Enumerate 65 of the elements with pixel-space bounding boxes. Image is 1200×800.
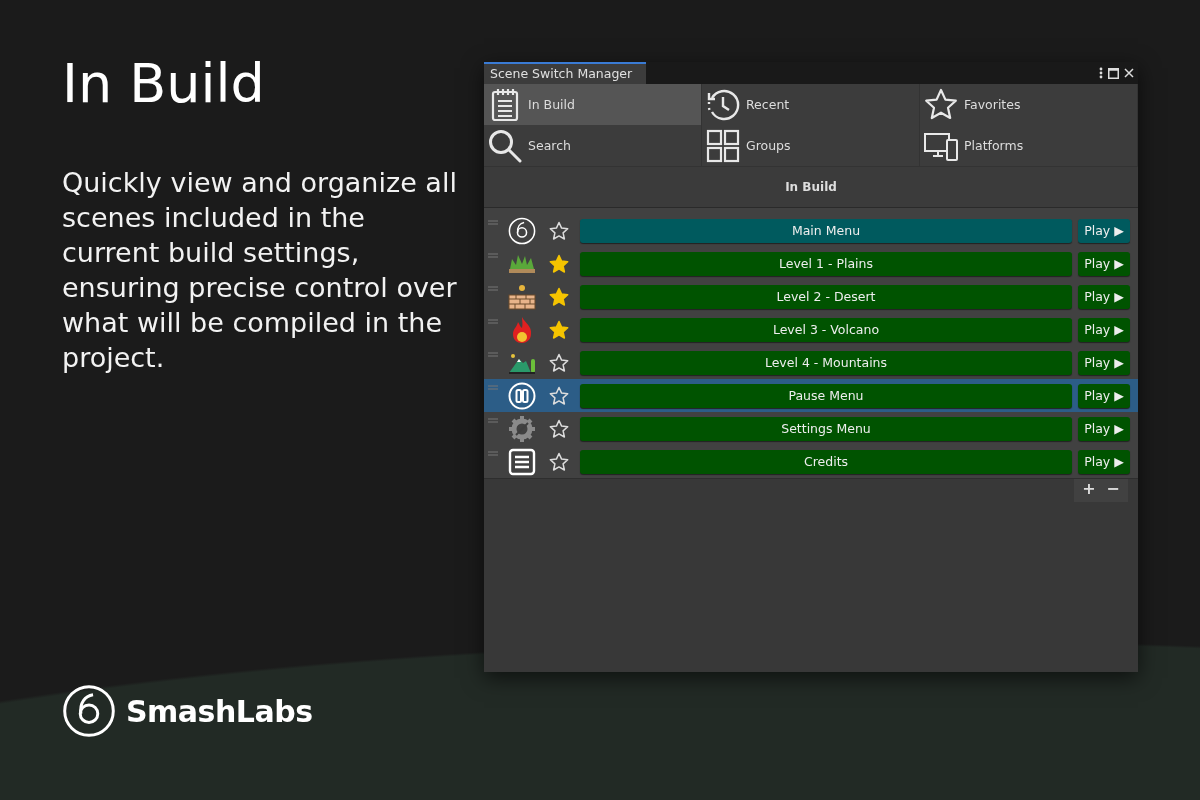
spiral-logo-icon <box>508 216 536 245</box>
scene-row[interactable]: Level 2 - Desert Play ▶ <box>484 280 1138 313</box>
scene-row[interactable]: Main Menu Play ▶ <box>484 214 1138 247</box>
scene-row[interactable]: Level 1 - Plains Play ▶ <box>484 247 1138 280</box>
scene-row[interactable]: Level 4 - Mountains Play ▶ <box>484 346 1138 379</box>
star-outline-icon[interactable] <box>549 451 569 472</box>
play-button[interactable]: Play ▶ <box>1078 284 1130 309</box>
star-outline-icon[interactable] <box>549 418 569 439</box>
nav-tab[interactable]: In Build <box>484 84 702 125</box>
scene-row[interactable]: Credits Play ▶ <box>484 445 1138 478</box>
description-text: Quickly view and organize all scenes included in the current build settings, ensuring precise control over what will be compiled in the project. <box>62 165 458 375</box>
scene-button[interactable]: Credits <box>580 449 1072 474</box>
drag-handle-icon[interactable] <box>488 220 498 225</box>
grid-icon <box>706 128 740 163</box>
star-outline-icon[interactable] <box>549 385 569 406</box>
filled-star-icon[interactable] <box>549 319 569 340</box>
filled-star-icon[interactable] <box>549 253 569 274</box>
play-button[interactable]: Play ▶ <box>1078 251 1130 276</box>
remove-button[interactable]: − <box>1102 479 1124 498</box>
drag-handle-icon[interactable] <box>488 451 498 456</box>
drag-handle-icon[interactable] <box>488 253 498 258</box>
star-outline-icon[interactable] <box>549 352 569 373</box>
scene-button[interactable]: Level 3 - Volcano <box>580 317 1072 342</box>
brick-wall-icon <box>508 283 536 310</box>
search-icon <box>488 128 522 163</box>
star-outline-icon[interactable] <box>549 220 569 241</box>
notepad-icon <box>491 87 519 122</box>
pause-icon <box>508 381 536 410</box>
play-button[interactable]: Play ▶ <box>1078 383 1130 408</box>
close-icon[interactable] <box>1124 68 1134 78</box>
fire-icon <box>511 315 533 344</box>
scene-button[interactable]: Level 2 - Desert <box>580 284 1072 309</box>
drag-handle-icon[interactable] <box>488 286 498 291</box>
drag-handle-icon[interactable] <box>488 352 498 357</box>
star-outline-icon <box>924 87 958 122</box>
list-icon <box>508 447 536 476</box>
play-button[interactable]: Play ▶ <box>1078 218 1130 243</box>
slide-title: In Build <box>62 52 266 117</box>
scene-button[interactable]: Pause Menu <box>580 383 1072 408</box>
play-button[interactable]: Play ▶ <box>1078 317 1130 342</box>
window-tab[interactable]: Scene Switch Manager <box>484 62 647 84</box>
drag-handle-icon[interactable] <box>488 319 498 324</box>
scene-row[interactable]: Level 3 - Volcano Play ▶ <box>484 313 1138 346</box>
nav-tab[interactable]: Favorites <box>920 84 1138 125</box>
section-title: In Build <box>785 180 837 194</box>
scene-button[interactable]: Level 1 - Plains <box>580 251 1072 276</box>
add-button[interactable]: + <box>1078 479 1100 498</box>
drag-handle-icon[interactable] <box>488 418 498 423</box>
brand-logo-icon <box>62 684 116 738</box>
scene-row[interactable]: Pause Menu Play ▶ <box>484 379 1138 412</box>
maximize-icon[interactable] <box>1108 67 1119 79</box>
scene-button[interactable]: Level 4 - Mountains <box>580 350 1072 375</box>
play-button[interactable]: Play ▶ <box>1078 416 1130 441</box>
scene-button[interactable]: Settings Menu <box>580 416 1072 441</box>
drag-handle-icon[interactable] <box>488 385 498 390</box>
scene-button[interactable]: Main Menu <box>580 218 1072 243</box>
clock-icon <box>706 87 740 122</box>
scene-row[interactable]: Settings Menu Play ▶ <box>484 412 1138 445</box>
play-button[interactable]: Play ▶ <box>1078 449 1130 474</box>
gear-icon <box>508 414 536 443</box>
filled-star-icon[interactable] <box>549 286 569 307</box>
play-button[interactable]: Play ▶ <box>1078 350 1130 375</box>
nav-tab[interactable]: Recent <box>702 84 920 125</box>
brand-name: SmashLabs <box>126 693 313 729</box>
more-options-icon[interactable] <box>1099 67 1103 79</box>
